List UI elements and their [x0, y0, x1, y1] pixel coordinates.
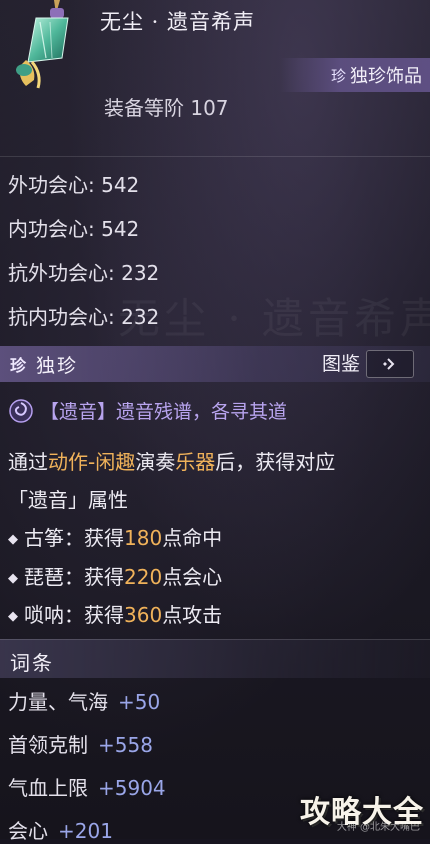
rarity-banner: 珍 独珍饰品: [280, 58, 430, 92]
diamond-bullet-icon: ◆: [8, 609, 18, 624]
affix-value: +5904: [98, 776, 166, 800]
rarity-label: 独珍饰品: [350, 66, 422, 87]
divider: [0, 156, 430, 157]
effect-description: 通过动作-闲趣演奏乐器后，获得对应: [8, 446, 335, 475]
section-title: 独珍: [36, 354, 79, 377]
bullet-text: 琵琶：获得: [24, 565, 124, 589]
affix-title: 词条: [10, 651, 54, 675]
atlas-label[interactable]: 图鉴: [322, 346, 360, 382]
bullet-text: 点命中: [162, 526, 223, 550]
background-calligraphy: 无尘 · 遗音希声: [118, 294, 430, 343]
stat-row: 内功会心: 542: [8, 217, 140, 241]
atlas-button[interactable]: [366, 350, 414, 378]
affix-row: 会心 +201: [8, 815, 113, 844]
chevron-right-icon: [383, 358, 395, 370]
watermark-credit: 大神 @北朱大嘴巴: [336, 822, 420, 833]
rarity-gem-icon: 珍: [330, 66, 346, 85]
bullet-number: 360: [124, 603, 163, 627]
bullet-text: 唢呐：获得: [24, 603, 124, 627]
stat-row: 抗外功会心: 232: [8, 261, 160, 285]
equip-level: 装备等阶 107: [104, 96, 229, 120]
affix-value: +201: [58, 819, 113, 843]
effect-bullet: ◆ 琵琶：获得220点会心: [8, 561, 222, 590]
item-title: 无尘 · 遗音希声: [100, 10, 256, 34]
affix-name: 力量、气海: [8, 690, 108, 714]
affix-row: 首领克制 +558: [8, 729, 153, 758]
jade-pendant-icon: [16, 0, 69, 89]
effect-text: 通过: [8, 450, 48, 474]
unique-section-bar: 珍 独珍 图鉴: [0, 346, 430, 382]
affix-name: 首领克制: [8, 733, 88, 757]
affix-value: +50: [118, 690, 161, 714]
site-logo: 攻略大全 大神 @北朱大嘴巴: [300, 787, 428, 833]
stat-row: 外功会心: 542: [8, 173, 140, 197]
item-header: 无尘 · 遗音希声 珍 独珍饰品 装备等阶 107: [0, 0, 430, 155]
effect-description-line2: 「遗音」属性: [8, 488, 128, 512]
diamond-bullet-icon: ◆: [8, 532, 18, 547]
effect-bullet: ◆ 唢呐：获得360点攻击: [8, 599, 222, 628]
affix-name: 气血上限: [8, 776, 88, 800]
affix-value: +558: [98, 733, 153, 757]
affix-row: 气血上限 +5904: [8, 772, 166, 801]
bullet-text: 点会心: [162, 565, 223, 589]
bullet-number: 180: [124, 526, 163, 550]
diamond-bullet-icon: ◆: [8, 571, 18, 586]
bullet-number: 220: [124, 565, 163, 589]
bullet-text: 点攻击: [162, 603, 223, 627]
effect-bullet: ◆ 古筝：获得180点命中: [8, 522, 222, 551]
effect-header: 【遗音】遗音残谱，各寻其道: [8, 397, 287, 424]
effect-text: 演奏: [135, 450, 176, 474]
effect-highlight: 乐器: [175, 450, 216, 474]
swirl-icon: [9, 398, 33, 423]
rarity-gem-icon: 珍: [10, 356, 27, 375]
bullet-text: 古筝：获得: [24, 526, 124, 550]
affix-row: 力量、气海 +50: [8, 686, 160, 715]
effect-text: 后，获得对应: [215, 450, 336, 474]
effect-title: 【遗音】遗音残谱，各寻其道: [40, 401, 288, 423]
stat-row: 抗内功会心: 232: [8, 305, 160, 329]
effect-highlight: 动作-闲趣: [48, 450, 136, 474]
stats-list: 外功会心: 542 内功会心: 542 抗外功会心: 232 抗内功会心: 23…: [8, 168, 159, 344]
affix-name: 会心: [8, 819, 48, 843]
affix-section-bar: 词条: [0, 639, 430, 678]
